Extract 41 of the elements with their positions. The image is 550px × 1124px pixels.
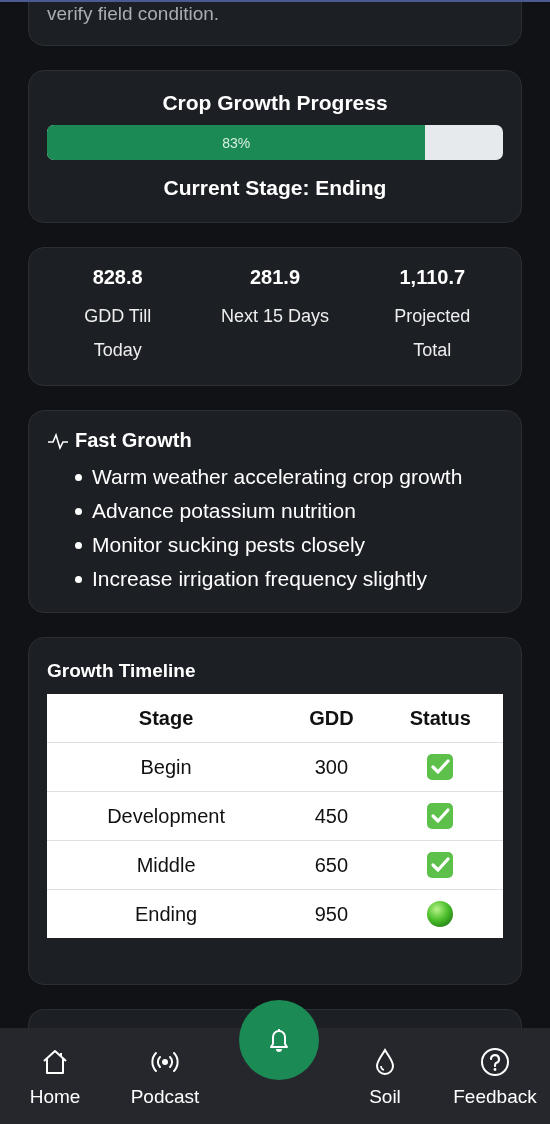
- current-stage: Current Stage: Ending: [162, 176, 388, 200]
- table-cell: Middle: [47, 840, 286, 890]
- table-cell: 650: [285, 840, 378, 890]
- bullet-icon: [75, 541, 82, 549]
- stat-value: 281.9: [249, 266, 300, 289]
- insight-item: Increase irrigation frequency slightly: [92, 566, 427, 592]
- stat-label: GDD Till Today: [83, 305, 153, 362]
- pulse-icon: [47, 431, 69, 450]
- column-header: Status: [377, 694, 503, 743]
- insight-title: Fast Growth: [75, 429, 192, 452]
- bullet-icon: [75, 575, 82, 583]
- bullet-icon: [75, 507, 82, 515]
- progress-percent: 83%: [222, 134, 251, 151]
- help-icon: [479, 1046, 511, 1078]
- insight-item: Warm weather accelerating crop growth: [92, 464, 463, 490]
- progress-title: Crop Growth Progress: [161, 91, 389, 115]
- nav-item[interactable]: Home: [0, 1028, 110, 1124]
- bullet-icon: [75, 473, 82, 481]
- nav-item[interactable]: Podcast: [110, 1028, 220, 1124]
- checkmark-icon: [426, 753, 455, 781]
- nav-item[interactable]: Feedback: [440, 1028, 550, 1124]
- checkmark-icon: [426, 802, 455, 830]
- sphere-icon: [426, 900, 455, 928]
- column-header: Stage: [47, 694, 286, 743]
- advisory-text: verify field condition.: [47, 3, 221, 25]
- stat-label: Next 15 Days: [220, 305, 329, 328]
- timeline-title: Growth Timeline: [47, 660, 197, 682]
- table-cell: 950: [285, 889, 378, 938]
- stat-label: Projected Total: [393, 305, 472, 362]
- table-cell: Ending: [47, 889, 286, 938]
- stat-value: 828.8: [92, 266, 143, 289]
- insight-item: Advance potassium nutrition: [92, 498, 356, 524]
- checkmark-icon: [426, 851, 455, 879]
- table-cell: Development: [47, 791, 286, 841]
- table-cell: 450: [285, 791, 378, 841]
- table-cell: 300: [285, 742, 378, 792]
- insight-item: Monitor sucking pests closely: [92, 532, 366, 558]
- table-cell: Begin: [47, 742, 286, 792]
- column-header: GDD: [285, 694, 378, 743]
- nav-item[interactable]: Soil: [330, 1028, 440, 1124]
- stat-value: 1,110.7: [399, 266, 466, 289]
